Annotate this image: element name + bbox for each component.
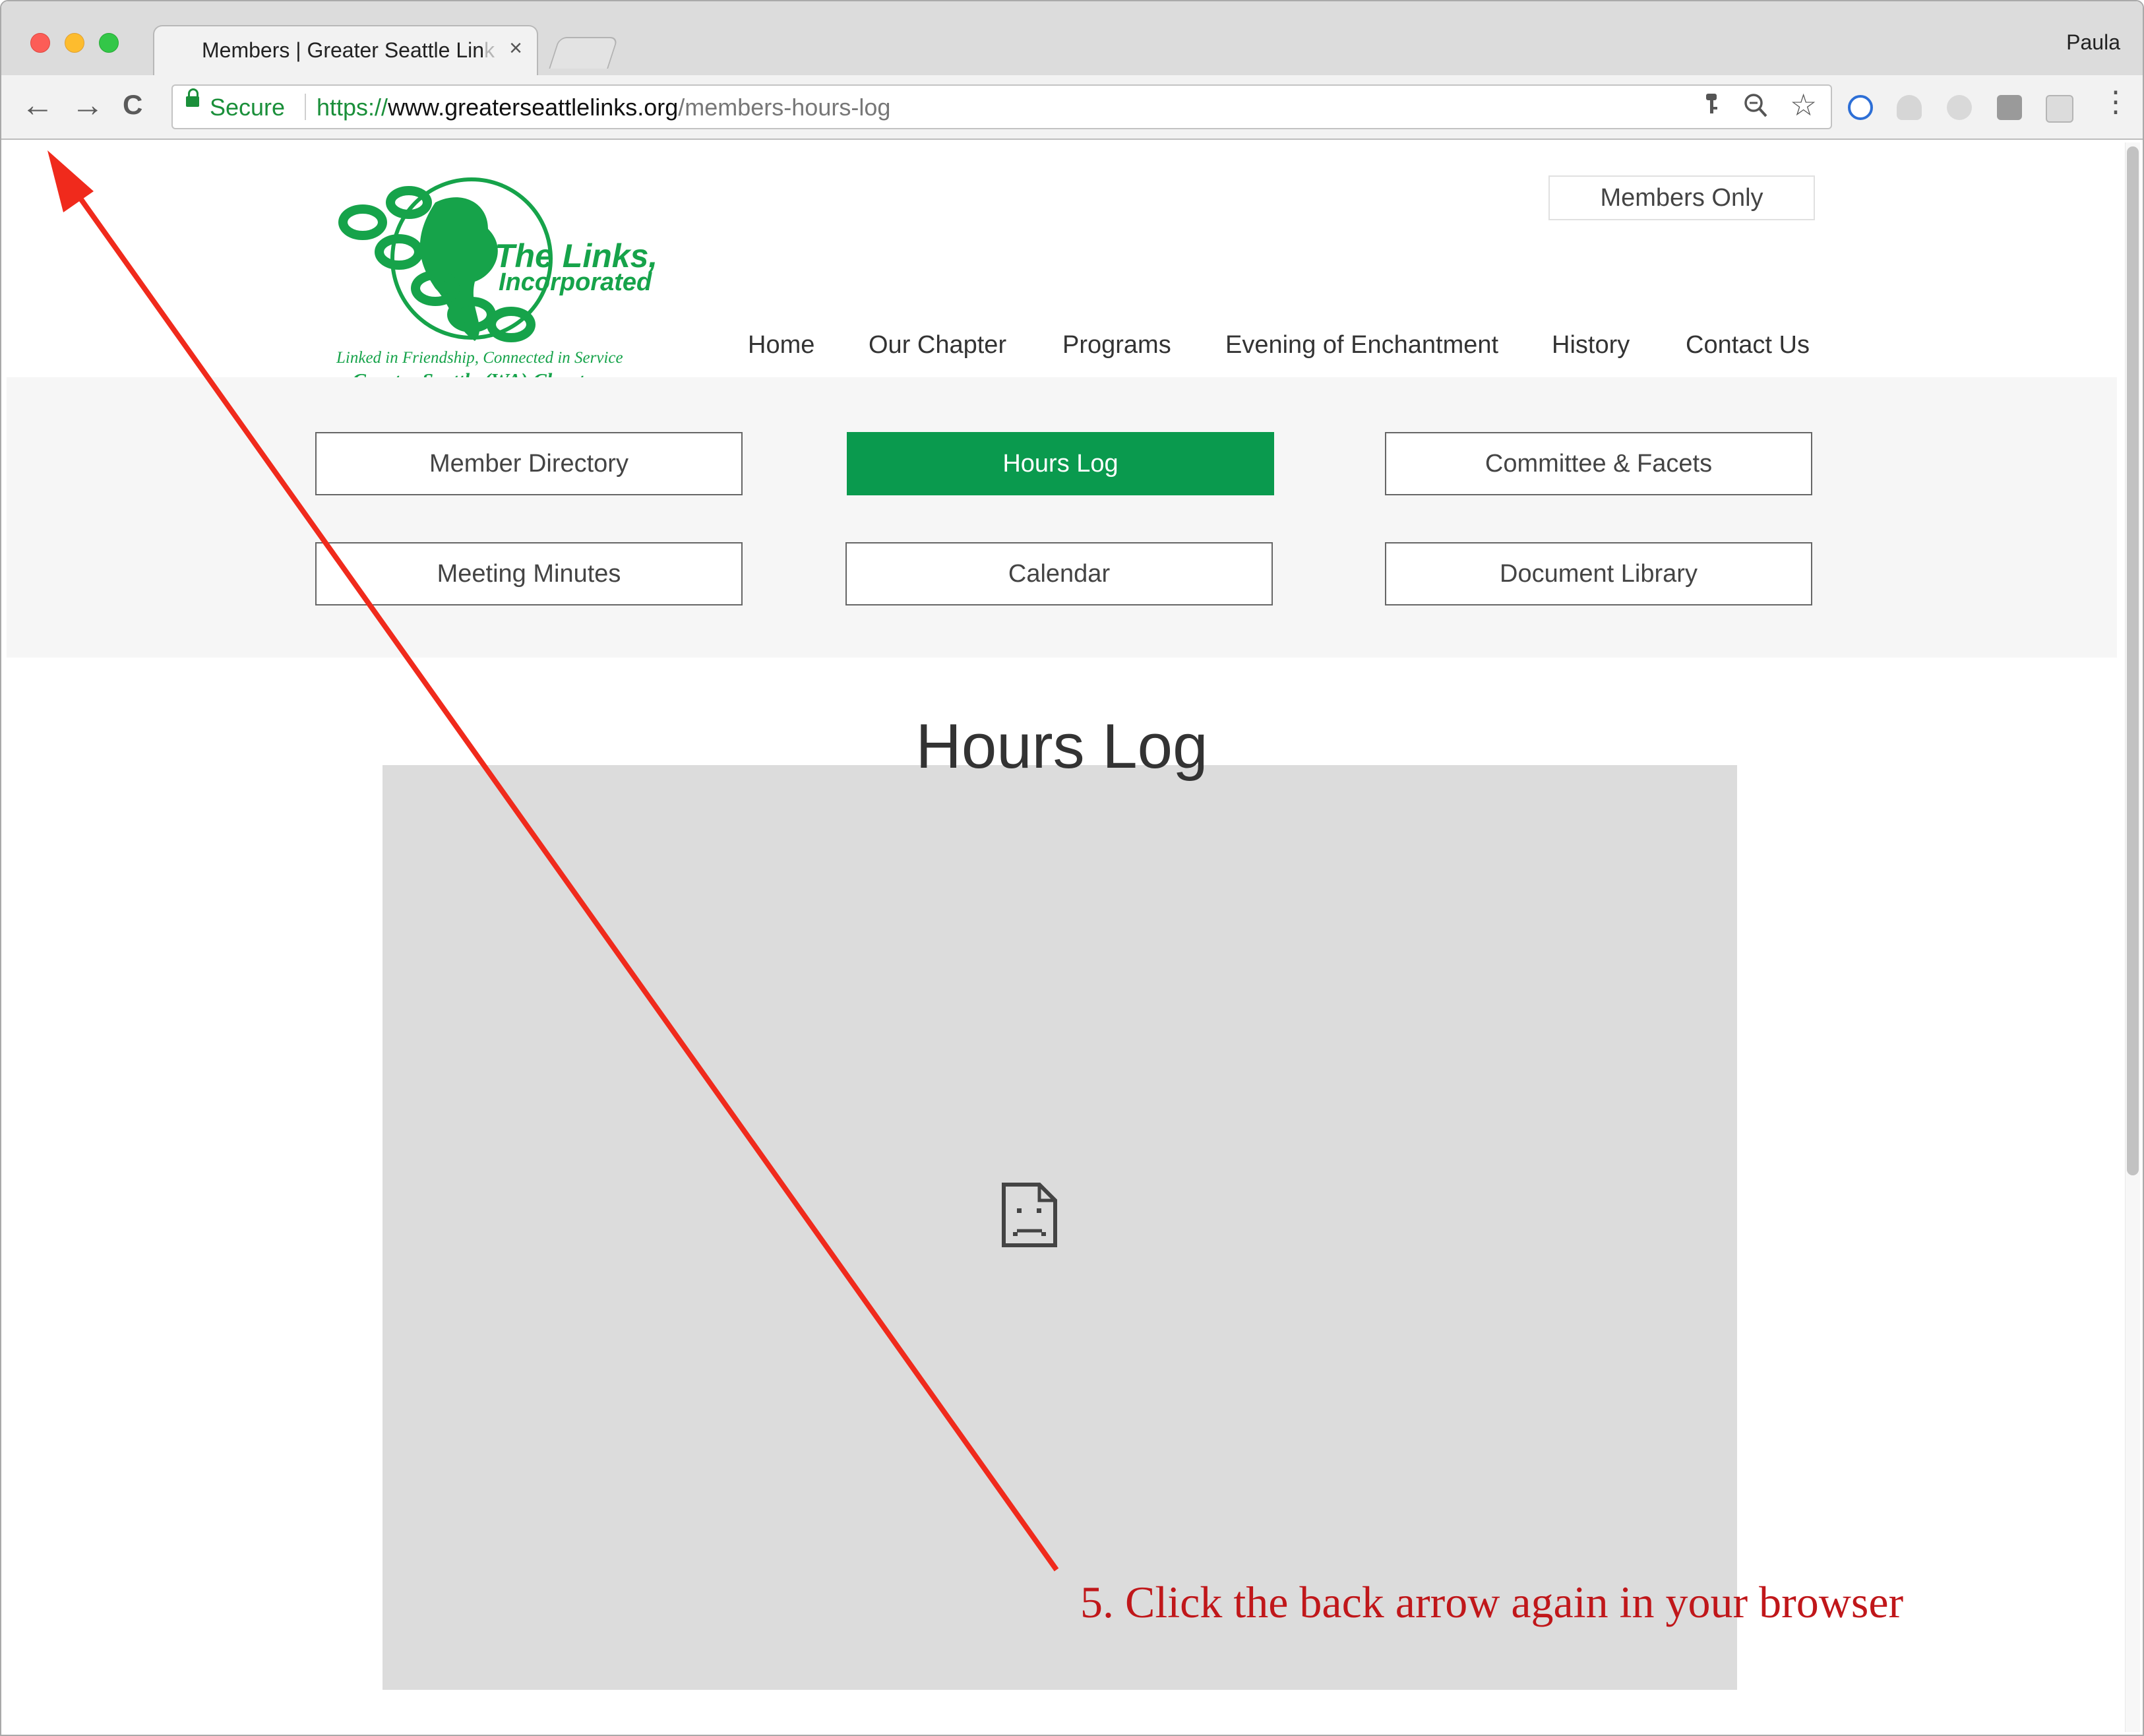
logo-subtitle: Incorporated xyxy=(499,268,652,296)
scrollbar-thumb[interactable] xyxy=(2127,146,2139,1175)
document-library-button[interactable]: Document Library xyxy=(1385,542,1812,605)
annotation-text: 5. Click the back arrow again in your br… xyxy=(1080,1577,1904,1627)
tab-title: Members | Greater Seattle Link xyxy=(202,38,495,62)
zoom-icon[interactable] xyxy=(1742,91,1769,127)
calendar-button[interactable]: Calendar xyxy=(845,542,1273,605)
nav-our-chapter[interactable]: Our Chapter xyxy=(869,331,1006,359)
logo-tagline: Linked in Friendship, Connected in Servi… xyxy=(336,349,623,367)
menu-kebab-icon[interactable]: ⋮ xyxy=(2101,86,2130,119)
meeting-minutes-button[interactable]: Meeting Minutes xyxy=(315,542,743,605)
lock-icon xyxy=(186,88,199,107)
address-separator xyxy=(305,94,306,120)
member-directory-button[interactable]: Member Directory xyxy=(315,432,743,495)
nav-home[interactable]: Home xyxy=(748,331,814,359)
extension-compass-icon[interactable] xyxy=(1848,95,1873,120)
links-logo[interactable]: The Links, Incorporated Linked in Friend… xyxy=(336,176,658,392)
secure-label: Secure xyxy=(210,94,286,121)
hours-log-button[interactable]: Hours Log xyxy=(847,432,1274,495)
embedded-frame xyxy=(383,765,1737,1690)
url-text[interactable]: https://www.greaterseattlelinks.org/memb… xyxy=(317,94,890,121)
web-page: The Links, Incorporated Linked in Friend… xyxy=(7,140,2117,1735)
maximize-window-button[interactable] xyxy=(99,33,119,53)
member-menu-band: Member Directory Hours Log Committee & F… xyxy=(7,377,2117,658)
page-title: Hours Log xyxy=(915,711,1208,782)
profile-name[interactable]: Paula xyxy=(2066,30,2120,55)
close-window-button[interactable] xyxy=(30,33,50,53)
nav-history[interactable]: History xyxy=(1552,331,1630,359)
tab-close-icon[interactable]: × xyxy=(509,36,522,61)
reload-icon[interactable]: C xyxy=(123,88,142,121)
committee-facets-button[interactable]: Committee & Facets xyxy=(1385,432,1812,495)
extension-square-icon[interactable] xyxy=(1997,95,2022,120)
page-scrollbar[interactable] xyxy=(2125,142,2140,1732)
new-tab-button[interactable] xyxy=(549,37,619,69)
back-arrow-icon[interactable]: ← xyxy=(21,88,54,121)
tab-strip: Members | Greater Seattle Link × Paula xyxy=(1,1,2143,78)
extension-g-icon[interactable] xyxy=(2046,95,2073,123)
browser-toolbar: ← → C Secure https://www.greaterseattlel… xyxy=(1,75,2143,140)
forward-arrow-icon[interactable]: → xyxy=(71,88,104,121)
members-only-button[interactable]: Members Only xyxy=(1548,175,1815,220)
minimize-window-button[interactable] xyxy=(65,33,84,53)
nav-evening-of-enchantment[interactable]: Evening of Enchantment xyxy=(1225,331,1498,359)
nav-programs[interactable]: Programs xyxy=(1062,331,1171,359)
browser-window: Members | Greater Seattle Link × Paula ←… xyxy=(0,0,2144,1736)
extension-dropbox-icon[interactable] xyxy=(1947,95,1972,120)
key-icon[interactable] xyxy=(1701,91,1721,124)
nav-contact-us[interactable]: Contact Us xyxy=(1686,331,1810,359)
sad-page-icon xyxy=(1001,1182,1058,1251)
bookmark-star-icon[interactable]: ☆ xyxy=(1790,87,1817,123)
extension-drive-icon[interactable] xyxy=(1897,95,1922,120)
browser-tab[interactable]: Members | Greater Seattle Link × xyxy=(153,25,538,78)
address-bar[interactable]: Secure https://www.greaterseattlelinks.o… xyxy=(171,84,1832,129)
